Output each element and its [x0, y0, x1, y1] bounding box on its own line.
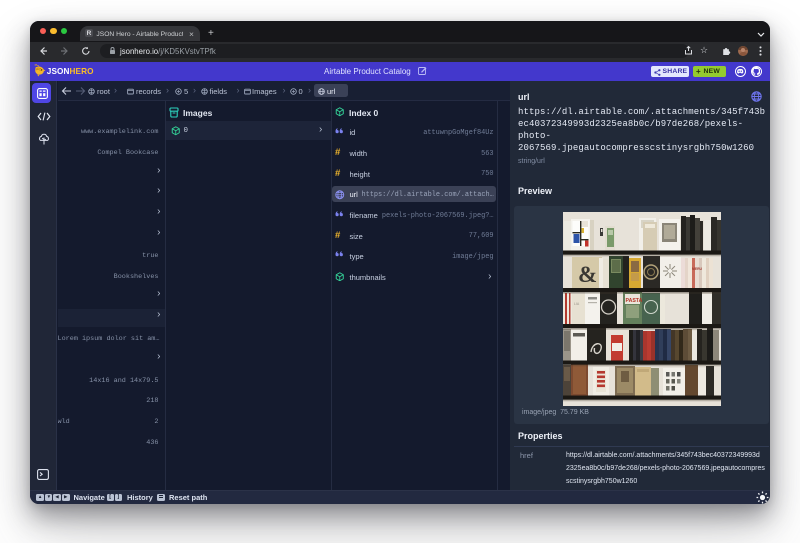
svg-text:PASTA: PASTA [626, 298, 643, 304]
svg-text:LIA: LIA [574, 302, 580, 306]
svg-text:&: & [578, 262, 597, 287]
svg-text:MERU: MERU [692, 267, 703, 271]
